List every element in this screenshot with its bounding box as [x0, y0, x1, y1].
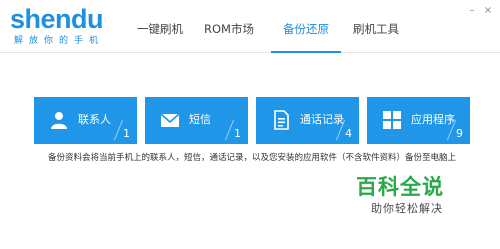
- tile-contacts[interactable]: 联系人 1: [34, 97, 137, 144]
- logo-subtitle: 解放你的手机: [14, 36, 105, 46]
- tile-divider: [113, 119, 124, 141]
- watermark-subtitle: 助你轻松解决: [371, 202, 443, 215]
- tile-label: 联系人: [78, 113, 111, 126]
- tab-flash-tools[interactable]: 刷机工具: [353, 0, 399, 53]
- logo-wordmark: shendu: [10, 4, 104, 34]
- top-bar: shendu 解放你的手机 一键刷机 ROM市场 备份还原 刷机工具 – ×: [0, 0, 500, 53]
- app-logo: shendu 解放你的手机: [10, 4, 120, 50]
- tile-count: 4: [345, 127, 352, 140]
- active-tab-indicator: [271, 51, 341, 53]
- document-icon: [271, 110, 291, 130]
- tile-label: 短信: [189, 113, 211, 126]
- watermark-title: 百科全说: [356, 175, 444, 199]
- tile-divider: [224, 119, 235, 141]
- tile-label: 通话记录: [300, 113, 344, 126]
- person-icon: [49, 110, 69, 130]
- tile-applications[interactable]: 应用程序 9: [367, 97, 470, 144]
- tab-one-click-flash[interactable]: 一键刷机: [137, 0, 183, 53]
- backup-tiles: 联系人 1 短信 1 通话记录 4 应用程序 9: [34, 97, 470, 144]
- envelope-icon: [160, 110, 180, 130]
- minimize-button[interactable]: –: [466, 5, 478, 17]
- tile-sms[interactable]: 短信 1: [145, 97, 248, 144]
- grid-icon: [382, 110, 402, 130]
- tile-label: 应用程序: [411, 113, 455, 126]
- tab-rom-market[interactable]: ROM市场: [200, 0, 258, 53]
- tile-call-log[interactable]: 通话记录 4: [256, 97, 359, 144]
- tab-backup-restore[interactable]: 备份还原: [283, 0, 329, 53]
- tile-count: 9: [456, 127, 463, 140]
- backup-description: 备份资料会将当前手机上的联系人，短信，通话记录，以及您安装的应用软件（不含软件资…: [48, 153, 457, 163]
- tile-count: 1: [234, 127, 241, 140]
- tile-count: 1: [123, 127, 130, 140]
- watermark: 百科全说 助你轻松解决: [348, 172, 464, 224]
- close-button[interactable]: ×: [482, 5, 494, 17]
